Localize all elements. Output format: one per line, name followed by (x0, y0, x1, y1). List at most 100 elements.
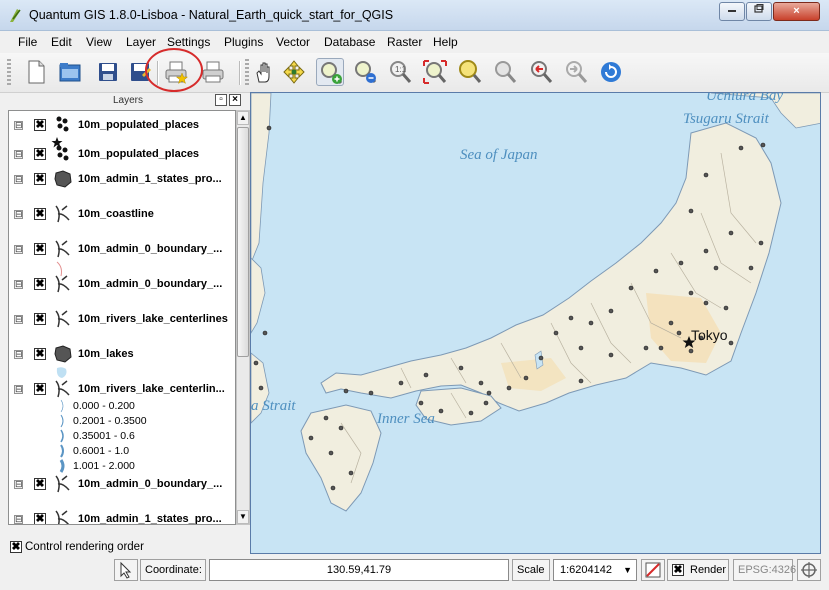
layer-item-populated-places[interactable]: ⊟ ✖ 10m_populated_places (9, 145, 235, 167)
layer-tree-scrollbar[interactable]: ▲ ▼ (236, 110, 250, 525)
pan-to-selection-button[interactable] (280, 58, 308, 86)
layer-item-populated-places[interactable]: ⊟ ✖ 10m_populated_places (9, 116, 235, 138)
points-icon (56, 116, 69, 132)
coordinate-field[interactable]: 130.59,41.79 (209, 559, 509, 581)
zoom-to-layer-button[interactable] (456, 58, 484, 86)
layer-visibility-checkbox[interactable]: ✖ (34, 173, 46, 185)
map-label-strait: a Strait (251, 398, 296, 414)
menu-edit[interactable]: Edit (51, 35, 72, 49)
menu-plugins[interactable]: Plugins (224, 35, 263, 49)
collapse-toggle[interactable]: ⊟ (14, 121, 23, 130)
collapse-toggle[interactable]: ⊟ (14, 245, 23, 254)
layer-item-rivers-lake-centerlines-scaled[interactable]: ⊟ ✖ 10m_rivers_lake_centerlin... (9, 380, 235, 402)
layers-panel-title: Layers (112, 95, 143, 106)
menu-help[interactable]: Help (433, 35, 458, 49)
polygon-icon (54, 345, 72, 363)
collapse-toggle[interactable]: ⊟ (14, 210, 23, 219)
zoom-in-icon (321, 62, 343, 84)
scroll-thumb[interactable] (237, 127, 249, 357)
layer-visibility-checkbox[interactable]: ✖ (34, 383, 46, 395)
layer-item-admin-1-states-lines[interactable]: ⊟ ✖ 10m_admin_1_states_pro... (9, 510, 235, 524)
scale-label: Scale (512, 559, 550, 581)
menu-raster[interactable]: Raster (387, 35, 422, 49)
open-project-icon (59, 63, 81, 82)
layer-item-rivers-lake-centerlines[interactable]: ⊟ ✖ 10m_rivers_lake_centerlines (9, 310, 235, 332)
scroll-down-button[interactable]: ▼ (237, 510, 249, 524)
scale-select[interactable]: 1:6204142 ▼ (553, 559, 637, 581)
layer-item-admin-0-boundary[interactable]: ⊟ ✖ 10m_admin_0_boundary_... (9, 240, 235, 262)
layer-visibility-checkbox[interactable]: ✖ (34, 278, 46, 290)
layer-name: 10m_admin_1_states_pro... (78, 173, 222, 185)
toolbar-grip[interactable] (245, 59, 249, 87)
river-width-symbol-icon (60, 399, 64, 413)
collapse-toggle[interactable]: ⊟ (14, 515, 23, 524)
zoom-in-button[interactable] (316, 58, 344, 86)
render-toggle[interactable]: ✖ Render (667, 559, 729, 581)
toolbar-grip[interactable] (7, 59, 11, 87)
zoom-last-button[interactable] (527, 58, 555, 86)
legend-range-label: 0.6001 - 1.0 (73, 445, 130, 457)
collapse-toggle[interactable]: ⊟ (14, 385, 23, 394)
layer-item-admin-0-boundary[interactable]: ⊟ ✖ 10m_admin_0_boundary_... (9, 275, 235, 297)
new-project-button[interactable] (22, 58, 50, 86)
menu-database[interactable]: Database (324, 35, 375, 49)
zoom-to-selection-button[interactable] (491, 58, 519, 86)
menu-layer[interactable]: Layer (126, 35, 156, 49)
layer-visibility-checkbox[interactable]: ✖ (34, 208, 46, 220)
control-rendering-order-checkbox[interactable]: ✖ (10, 541, 22, 553)
close-button[interactable]: × (773, 2, 820, 21)
refresh-button[interactable] (597, 58, 625, 86)
layer-visibility-checkbox[interactable]: ✖ (34, 313, 46, 325)
save-project-button[interactable] (94, 58, 122, 86)
toggle-extents-button[interactable] (114, 559, 138, 581)
zoom-out-button[interactable] (351, 58, 379, 86)
zoom-next-icon (566, 61, 588, 83)
layer-visibility-checkbox[interactable]: ✖ (34, 148, 46, 160)
zoom-last-icon (531, 61, 553, 83)
collapse-toggle[interactable]: ⊟ (14, 350, 23, 359)
menu-vector[interactable]: Vector (276, 35, 310, 49)
crs-status[interactable]: EPSG:4326 (733, 559, 796, 581)
layer-visibility-checkbox[interactable]: ✖ (34, 478, 46, 490)
stop-rendering-button[interactable] (641, 559, 665, 581)
render-checkbox[interactable]: ✖ (672, 564, 684, 576)
menu-view[interactable]: View (86, 35, 112, 49)
layer-visibility-checkbox[interactable]: ✖ (34, 513, 46, 524)
collapse-toggle[interactable]: ⊟ (14, 150, 23, 159)
collapse-toggle[interactable]: ⊟ (14, 315, 23, 324)
layer-item-coastline[interactable]: ⊟ ✖ 10m_coastline (9, 205, 235, 227)
line-icon (55, 380, 70, 398)
maximize-button[interactable] (746, 2, 772, 21)
zoom-actual-size-button[interactable]: 1:1 (386, 58, 414, 86)
print-composer-manager-button[interactable] (199, 58, 227, 86)
pan-icon (256, 62, 270, 83)
close-panel-button[interactable]: × (229, 94, 241, 106)
map-canvas[interactable]: Sea of Japan Tsugaru Strait Uchiura Bay … (250, 92, 821, 554)
scroll-up-button[interactable]: ▲ (237, 111, 249, 125)
river-width-symbol-icon (60, 414, 64, 428)
pan-button[interactable] (250, 58, 278, 86)
zoom-full-button[interactable] (421, 58, 449, 86)
menu-settings[interactable]: Settings (167, 35, 210, 49)
minimize-button[interactable] (719, 2, 745, 21)
map-label-tsugaru-strait: Tsugaru Strait (683, 111, 770, 127)
map-label-uchiura-bay: Uchiura Bay (706, 93, 783, 104)
menu-file[interactable]: File (18, 35, 37, 49)
layer-visibility-checkbox[interactable]: ✖ (34, 348, 46, 360)
open-project-button[interactable] (56, 58, 84, 86)
zoom-next-button[interactable] (562, 58, 590, 86)
collapse-toggle[interactable]: ⊟ (14, 280, 23, 289)
asia-mainland-mid (251, 257, 266, 334)
restore-icon (754, 4, 764, 13)
layer-item-admin-1-states[interactable]: ⊟ ✖ 10m_admin_1_states_pro... (9, 170, 235, 192)
layer-visibility-checkbox[interactable]: ✖ (34, 119, 46, 131)
projection-button[interactable] (797, 559, 821, 581)
layer-visibility-checkbox[interactable]: ✖ (34, 243, 46, 255)
collapse-toggle[interactable]: ⊟ (14, 175, 23, 184)
float-panel-button[interactable]: ▫ (215, 94, 227, 106)
collapse-toggle[interactable]: ⊟ (14, 480, 23, 489)
print-composer-manager-icon (202, 61, 224, 83)
layer-item-admin-0-boundary[interactable]: ⊟ ✖ 10m_admin_0_boundary_... (9, 475, 235, 497)
layer-item-lakes[interactable]: ⊟ ✖ 10m_lakes (9, 345, 235, 367)
map-rendering: Sea of Japan Tsugaru Strait Uchiura Bay … (251, 93, 820, 512)
